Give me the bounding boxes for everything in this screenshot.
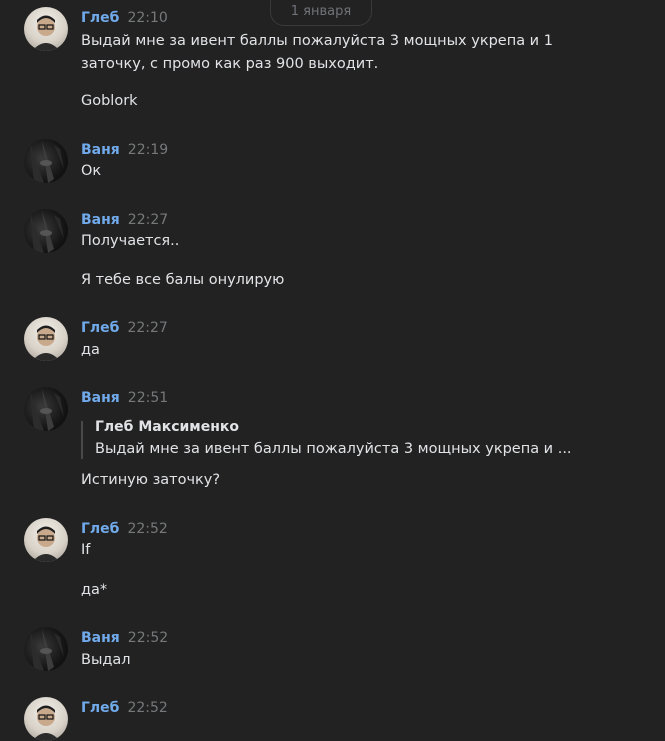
- message-text: да: [81, 342, 100, 358]
- date-separator: 1 января: [270, 0, 372, 26]
- reply-quote[interactable]: Глеб Максименко Выдай мне за ивент баллы…: [81, 419, 572, 459]
- message-time[interactable]: 22:27: [128, 212, 168, 228]
- avatar[interactable]: [24, 139, 68, 183]
- message-text: заточку, с промо как раз 900 выходит.: [81, 56, 379, 72]
- author-name[interactable]: Ваня: [81, 630, 120, 646]
- message-time[interactable]: 22:52: [128, 630, 168, 646]
- avatar[interactable]: [24, 697, 68, 741]
- message-text: Выдал: [81, 652, 131, 668]
- author-name[interactable]: Глеб: [81, 521, 119, 537]
- message-text: Истиную заточку?: [81, 472, 221, 488]
- avatar[interactable]: [24, 627, 68, 671]
- reply-author: Глеб Максименко: [95, 419, 240, 435]
- author-name[interactable]: Глеб: [81, 700, 119, 716]
- avatar[interactable]: [24, 387, 68, 431]
- message-time[interactable]: 22:51: [128, 390, 168, 406]
- message-text: Goblork: [81, 93, 138, 109]
- reply-text: Выдай мне за ивент баллы пожалуйста 3 мо…: [95, 441, 572, 457]
- message-text: да*: [81, 582, 108, 598]
- avatar[interactable]: [24, 317, 68, 361]
- author-name[interactable]: Ваня: [81, 390, 120, 406]
- avatar[interactable]: [24, 209, 68, 253]
- message-text: Я тебе все балы онулирую: [81, 272, 285, 288]
- message-text: Выдай мне за ивент баллы пожалуйста 3 мо…: [81, 33, 553, 49]
- message-time[interactable]: 22:52: [127, 521, 167, 537]
- author-name[interactable]: Ваня: [81, 142, 120, 158]
- avatar[interactable]: [24, 518, 68, 562]
- message-text: Ок: [81, 163, 102, 179]
- message-time[interactable]: 22:19: [128, 142, 168, 158]
- avatar[interactable]: [24, 7, 68, 51]
- message-text: Получается..: [81, 233, 180, 249]
- message-time[interactable]: 22:52: [127, 700, 167, 716]
- author-name[interactable]: Глеб: [81, 320, 119, 336]
- message-time[interactable]: 22:10: [127, 10, 167, 26]
- message-time[interactable]: 22:27: [127, 320, 167, 336]
- message-text: If: [81, 542, 91, 558]
- author-name[interactable]: Ваня: [81, 212, 120, 228]
- author-name[interactable]: Глеб: [81, 10, 119, 26]
